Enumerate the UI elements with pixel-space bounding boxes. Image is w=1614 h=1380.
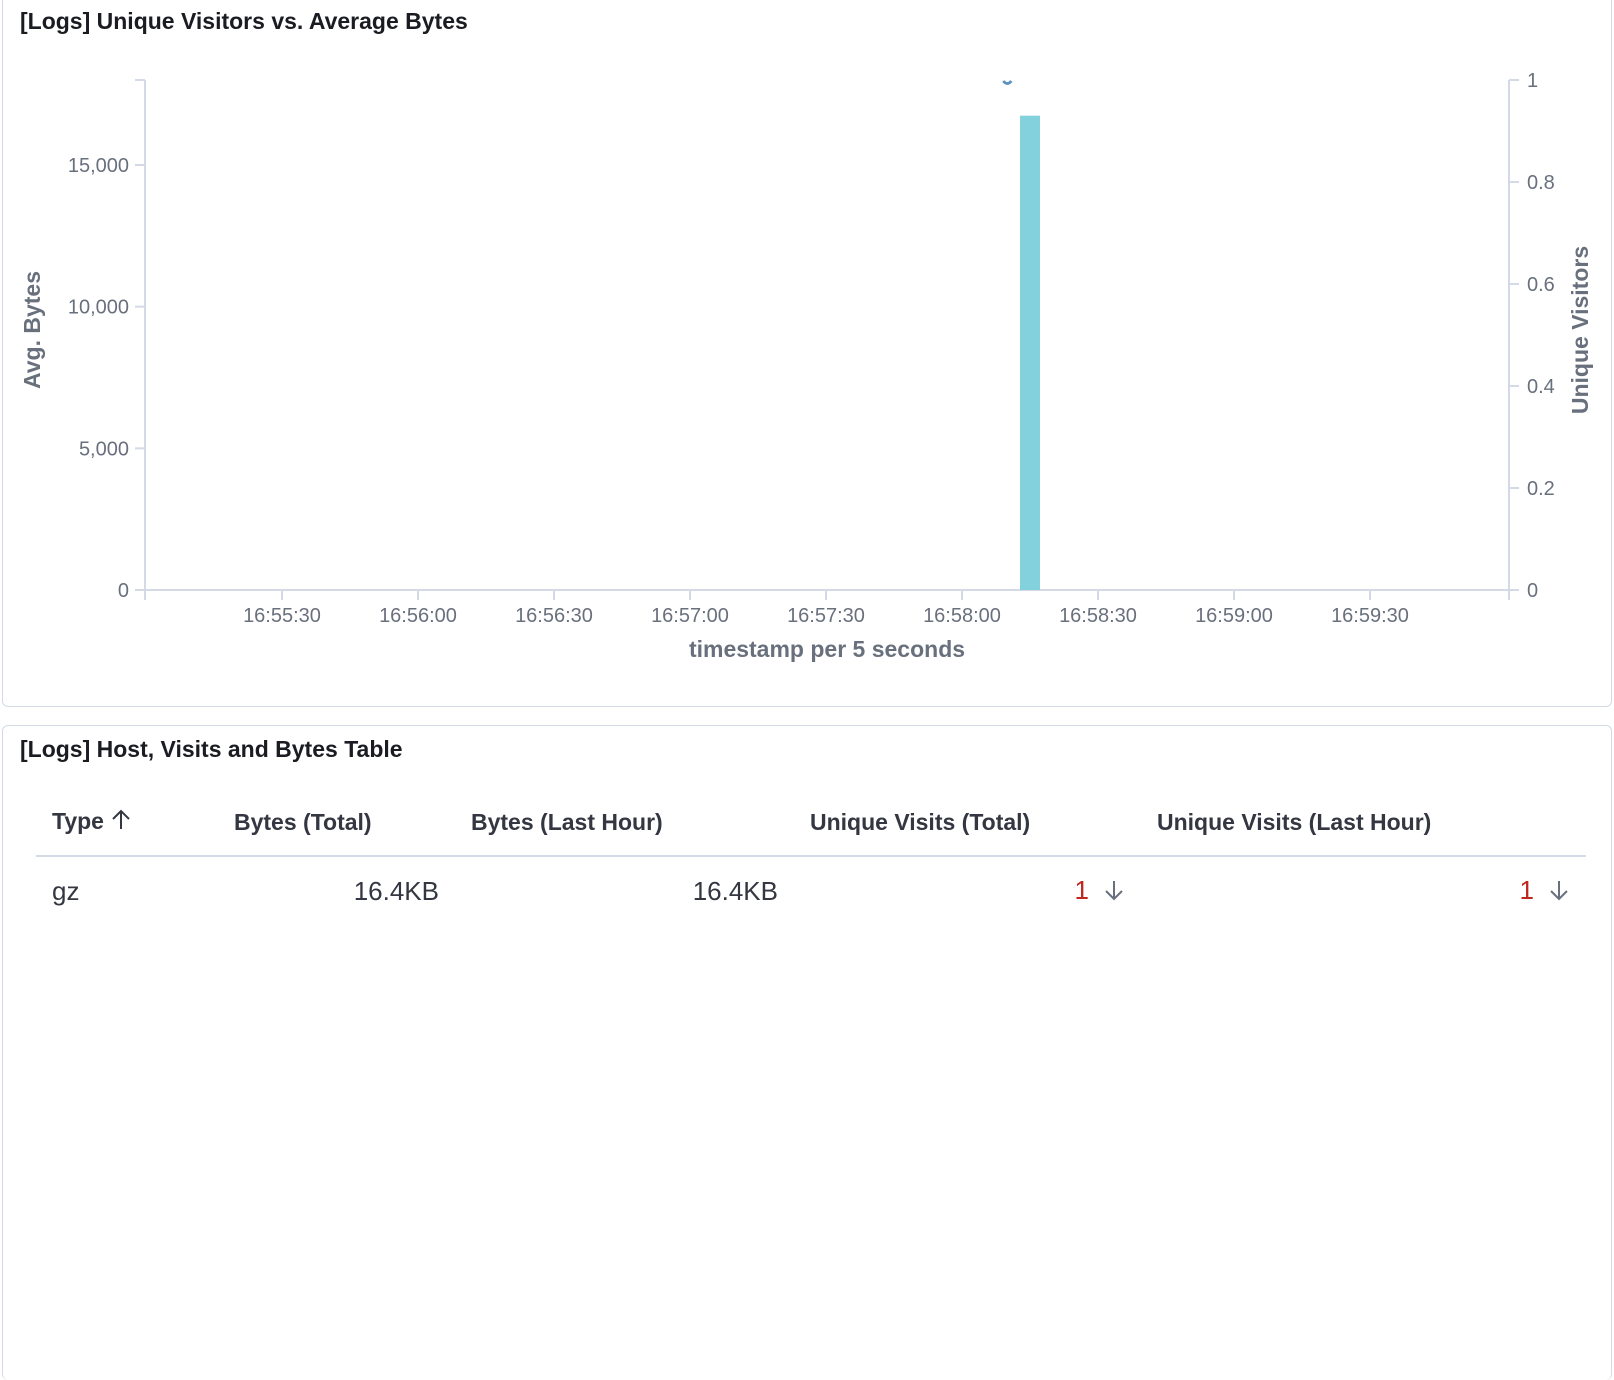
x-axis-tick-label: 16:55:30: [243, 605, 321, 627]
x-axis-tick-label: 16:58:30: [1059, 605, 1137, 627]
visits-total-value: 1: [1074, 874, 1089, 905]
data-table: Type Bytes (Total) Bytes (Last Hour) Uni…: [36, 786, 1586, 926]
left-axis-tick-label: 0: [118, 580, 129, 602]
right-axis-tick-label: 0.2: [1527, 478, 1555, 500]
column-header-type[interactable]: Type: [36, 786, 218, 857]
table-panel: [Logs] Host, Visits and Bytes Table Type…: [2, 725, 1612, 1380]
column-header-visits-total[interactable]: Unique Visits (Total): [794, 786, 1141, 857]
arrow-up-icon: [110, 809, 132, 837]
x-axis-tick-label: 16:58:00: [923, 605, 1001, 627]
x-axis-title: timestamp per 5 seconds: [689, 636, 965, 662]
right-axis-tick-label: 1: [1527, 70, 1538, 92]
x-axis-tick-label: 16:56:30: [515, 605, 593, 627]
right-axis-tick-label: 0.6: [1527, 274, 1555, 296]
cell-visits-last-hour: 1: [1141, 856, 1586, 926]
right-axis-tick-label: 0.8: [1527, 172, 1555, 194]
column-header-bytes-total[interactable]: Bytes (Total): [218, 786, 455, 857]
visits-last-hour-value: 1: [1519, 874, 1534, 905]
column-header-bytes-last-hour[interactable]: Bytes (Last Hour): [455, 786, 794, 857]
cell-bytes-total: 16.4KB: [353, 875, 439, 906]
left-axis-tick-label: 5,000: [79, 438, 129, 460]
x-axis-tick-label: 16:56:00: [379, 605, 457, 627]
cell-visits-total: 1: [794, 856, 1141, 926]
avg-bytes-bar: [1020, 115, 1040, 590]
table-header-row: Type Bytes (Total) Bytes (Last Hour) Uni…: [36, 786, 1586, 857]
left-axis-tick-label: 15,000: [68, 155, 129, 177]
y-axis-right-title: Unique Visitors: [1567, 246, 1593, 414]
chart-panel: [Logs] Unique Visitors vs. Average Bytes…: [2, 0, 1612, 707]
cell-bytes-last-hour: 16.4KB: [692, 875, 778, 906]
arrow-down-icon: [1103, 877, 1125, 908]
combo-chart: 0 5,000 10,000 15,000 0 0.2 0.4 0.6 0.8 1 16:55:30…: [19, 70, 1593, 662]
column-header-label: Type: [52, 808, 104, 834]
right-axis-tick-label: 0.4: [1527, 376, 1555, 398]
right-axis-tick-label: 0: [1527, 580, 1538, 602]
cell-type: gz: [52, 875, 80, 906]
x-axis-tick-label: 16:59:00: [1195, 605, 1273, 627]
table-panel-title: [Logs] Host, Visits and Bytes Table: [20, 736, 403, 762]
arrow-down-icon: [1548, 877, 1570, 908]
table-row: gz 16.4KB 16.4KB 1 1: [36, 856, 1586, 926]
x-axis-tick-label: 16:59:30: [1331, 605, 1409, 627]
x-axis-tick-label: 16:57:00: [651, 605, 729, 627]
y-axis-left-title: Avg. Bytes: [19, 271, 45, 389]
left-axis-tick-label: 10,000: [68, 297, 129, 319]
column-header-label: Bytes (Last Hour): [471, 808, 663, 835]
x-axis-tick-label: 16:57:30: [787, 605, 865, 627]
column-header-visits-last-hour[interactable]: Unique Visits (Last Hour): [1141, 786, 1586, 857]
unique-visitors-point: [1002, 79, 1013, 85]
